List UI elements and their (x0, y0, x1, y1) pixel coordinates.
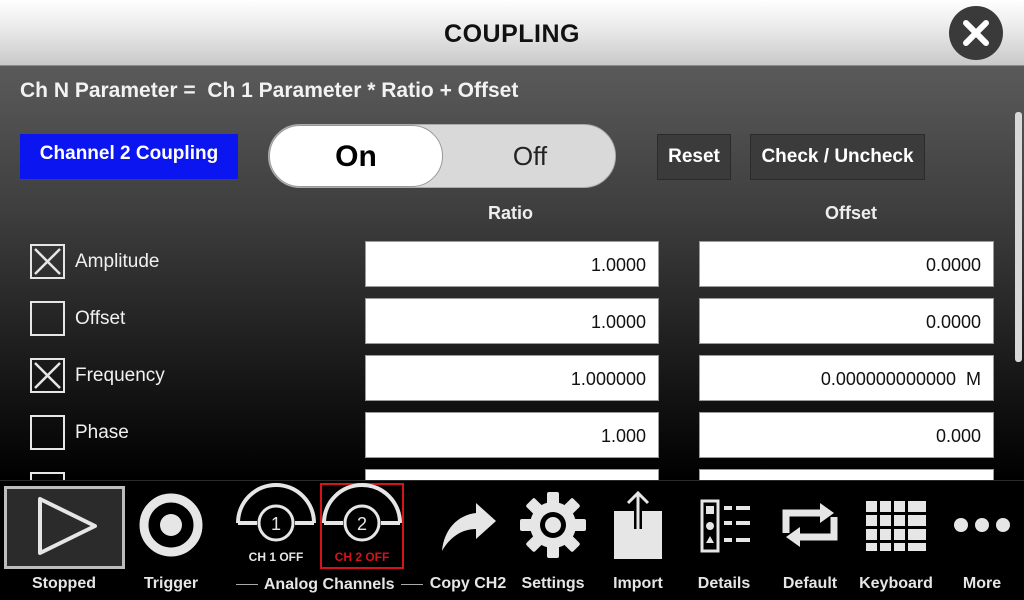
check-x-icon (34, 362, 61, 389)
trigger-label: Trigger (143, 575, 199, 592)
reset-arrows-icon (782, 503, 838, 547)
offset-column-header: Offset (825, 203, 878, 223)
keyboard-icon (866, 501, 926, 551)
close-button[interactable] (949, 6, 1003, 60)
coupling-formula: Ch N Parameter = Ch 1 Parameter * Ratio … (20, 79, 519, 102)
keyboard-button[interactable]: Keyboard (854, 481, 938, 600)
stopped-label: Stopped (32, 575, 96, 592)
more-button[interactable]: More (940, 481, 1024, 600)
offset-ratio-field[interactable]: 1.0000 (365, 298, 659, 344)
ratio-column-header: Ratio (488, 203, 533, 223)
import-button[interactable]: Import (596, 481, 680, 600)
toggle-on-option[interactable]: On (269, 125, 443, 187)
analog-channels-caption: Analog Channels (234, 576, 423, 594)
more-dots-icon (954, 518, 1010, 532)
caption-divider (236, 584, 258, 586)
coupling-panel: Ch N Parameter = Ch 1 Parameter * Ratio … (0, 66, 1024, 480)
partial-checkbox[interactable] (30, 472, 65, 480)
import-label: Import (613, 575, 663, 592)
parameter-row-phase: Phase 1.000 0.000 (0, 412, 1024, 459)
amplitude-label: Amplitude (75, 251, 160, 272)
channel-1-icon: 1 (236, 483, 316, 542)
phase-offset-field[interactable]: 0.000 (699, 412, 994, 458)
analog-channels-label: Analog Channels (263, 576, 395, 593)
toggle-off-option[interactable]: Off (443, 125, 615, 187)
frequency-label: Frequency (75, 365, 165, 386)
page-title: COUPLING (444, 20, 580, 48)
trigger-button[interactable]: Trigger (130, 481, 212, 600)
phase-label: Phase (75, 422, 129, 443)
close-icon (963, 20, 989, 46)
frequency-checkbox[interactable] (30, 358, 65, 393)
more-label: More (962, 575, 1002, 592)
parameter-row-partial (0, 469, 1024, 480)
check-x-icon (34, 248, 61, 275)
copy-ch2-button[interactable]: Copy CH2 (426, 481, 510, 600)
caption-divider (401, 584, 423, 586)
offset-label: Offset (75, 308, 126, 329)
keyboard-label: Keyboard (859, 575, 933, 592)
parameter-row-frequency: Frequency 1.000000 0.000000000000 M (0, 355, 1024, 402)
channel-coupling-label: Channel 2 Coupling (20, 134, 238, 179)
ch1-number: 1 (271, 514, 281, 534)
channel-2-icon: 2 (322, 483, 402, 542)
details-label: Details (697, 575, 751, 592)
amplitude-checkbox[interactable] (30, 244, 65, 279)
default-label: Default (782, 575, 838, 592)
phase-checkbox[interactable] (30, 415, 65, 450)
parameter-row-offset: Offset 1.0000 0.0000 (0, 298, 1024, 345)
reset-button[interactable]: Reset (657, 134, 731, 180)
offset-checkbox[interactable] (30, 301, 65, 336)
title-bar: COUPLING (0, 0, 1024, 66)
amplitude-offset-field[interactable]: 0.0000 (699, 241, 994, 287)
parameter-row-amplitude: Amplitude 1.0000 0.0000 (0, 241, 1024, 288)
partial-offset-field[interactable] (699, 469, 994, 480)
settings-label: Settings (521, 575, 585, 592)
trigger-icon (139, 493, 203, 557)
scrollbar[interactable] (1015, 112, 1022, 362)
ch1-state-label: CH 1 OFF (248, 550, 304, 564)
check-uncheck-button[interactable]: Check / Uncheck (750, 134, 925, 180)
frequency-offset-field[interactable]: 0.000000000000 M (699, 355, 994, 401)
share-arrow-icon (442, 503, 496, 551)
settings-button[interactable]: Settings (512, 481, 594, 600)
frequency-ratio-field[interactable]: 1.000000 (365, 355, 659, 401)
run-stop-button[interactable]: Stopped (0, 481, 128, 600)
default-button[interactable]: Default (768, 481, 852, 600)
details-button[interactable]: Details (682, 481, 766, 600)
ch2-state-label: CH 2 OFF (334, 550, 390, 564)
play-icon (38, 497, 97, 555)
copy-ch2-label: Copy CH2 (429, 575, 507, 592)
ch2-number: 2 (357, 514, 367, 534)
gear-icon (520, 492, 586, 558)
import-icon (614, 490, 662, 559)
coupling-toggle[interactable]: On Off (268, 124, 616, 188)
phase-ratio-field[interactable]: 1.000 (365, 412, 659, 458)
bottom-toolbar: Stopped Trigger 1 CH 1 OFF 2 CH 2 OFF An… (0, 480, 1024, 600)
partial-ratio-field[interactable] (365, 469, 659, 480)
offset-offset-field[interactable]: 0.0000 (699, 298, 994, 344)
details-list-icon (700, 499, 750, 553)
amplitude-ratio-field[interactable]: 1.0000 (365, 241, 659, 287)
